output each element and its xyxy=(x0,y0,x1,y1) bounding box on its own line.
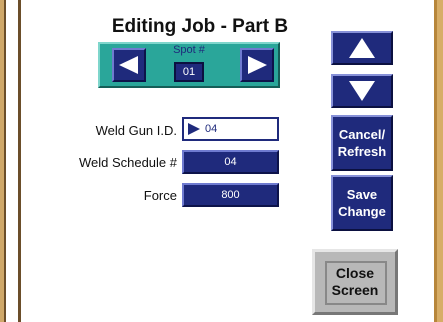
close-screen-button[interactable]: Close Screen xyxy=(312,249,398,315)
force-label: Force xyxy=(143,188,177,203)
cancel-refresh-button[interactable]: Cancel/ Refresh xyxy=(331,115,393,171)
next-spot-button[interactable] xyxy=(240,48,274,82)
right-arrow-icon xyxy=(248,56,267,74)
left-frame-inner-border xyxy=(4,0,7,322)
spot-selector: Spot # 01 xyxy=(98,42,280,88)
up-arrow-icon xyxy=(349,38,375,58)
scroll-up-button[interactable] xyxy=(331,31,393,65)
save-change-label: Save Change xyxy=(338,187,386,219)
save-change-button[interactable]: Save Change xyxy=(331,175,393,231)
page-title: Editing Job - Part B xyxy=(111,16,289,37)
cancel-refresh-label: Cancel/ Refresh xyxy=(337,127,387,159)
spot-number-field[interactable]: 01 xyxy=(174,62,204,82)
weld-schedule-label: Weld Schedule # xyxy=(78,155,177,170)
left-arrow-icon xyxy=(119,56,138,74)
right-frame-border xyxy=(437,0,443,322)
weld-schedule-field[interactable]: 04 xyxy=(182,150,279,174)
weld-gun-id-field[interactable]: 04 xyxy=(182,117,279,141)
weld-gun-id-label: Weld Gun I.D. xyxy=(95,123,177,138)
weld-gun-id-value: 04 xyxy=(205,123,218,135)
scroll-down-button[interactable] xyxy=(331,74,393,108)
close-screen-label: Close Screen xyxy=(331,265,379,298)
force-field[interactable]: 800 xyxy=(182,183,279,207)
dropdown-arrow-icon xyxy=(188,123,200,135)
previous-spot-button[interactable] xyxy=(112,48,146,82)
down-arrow-icon xyxy=(349,81,375,101)
